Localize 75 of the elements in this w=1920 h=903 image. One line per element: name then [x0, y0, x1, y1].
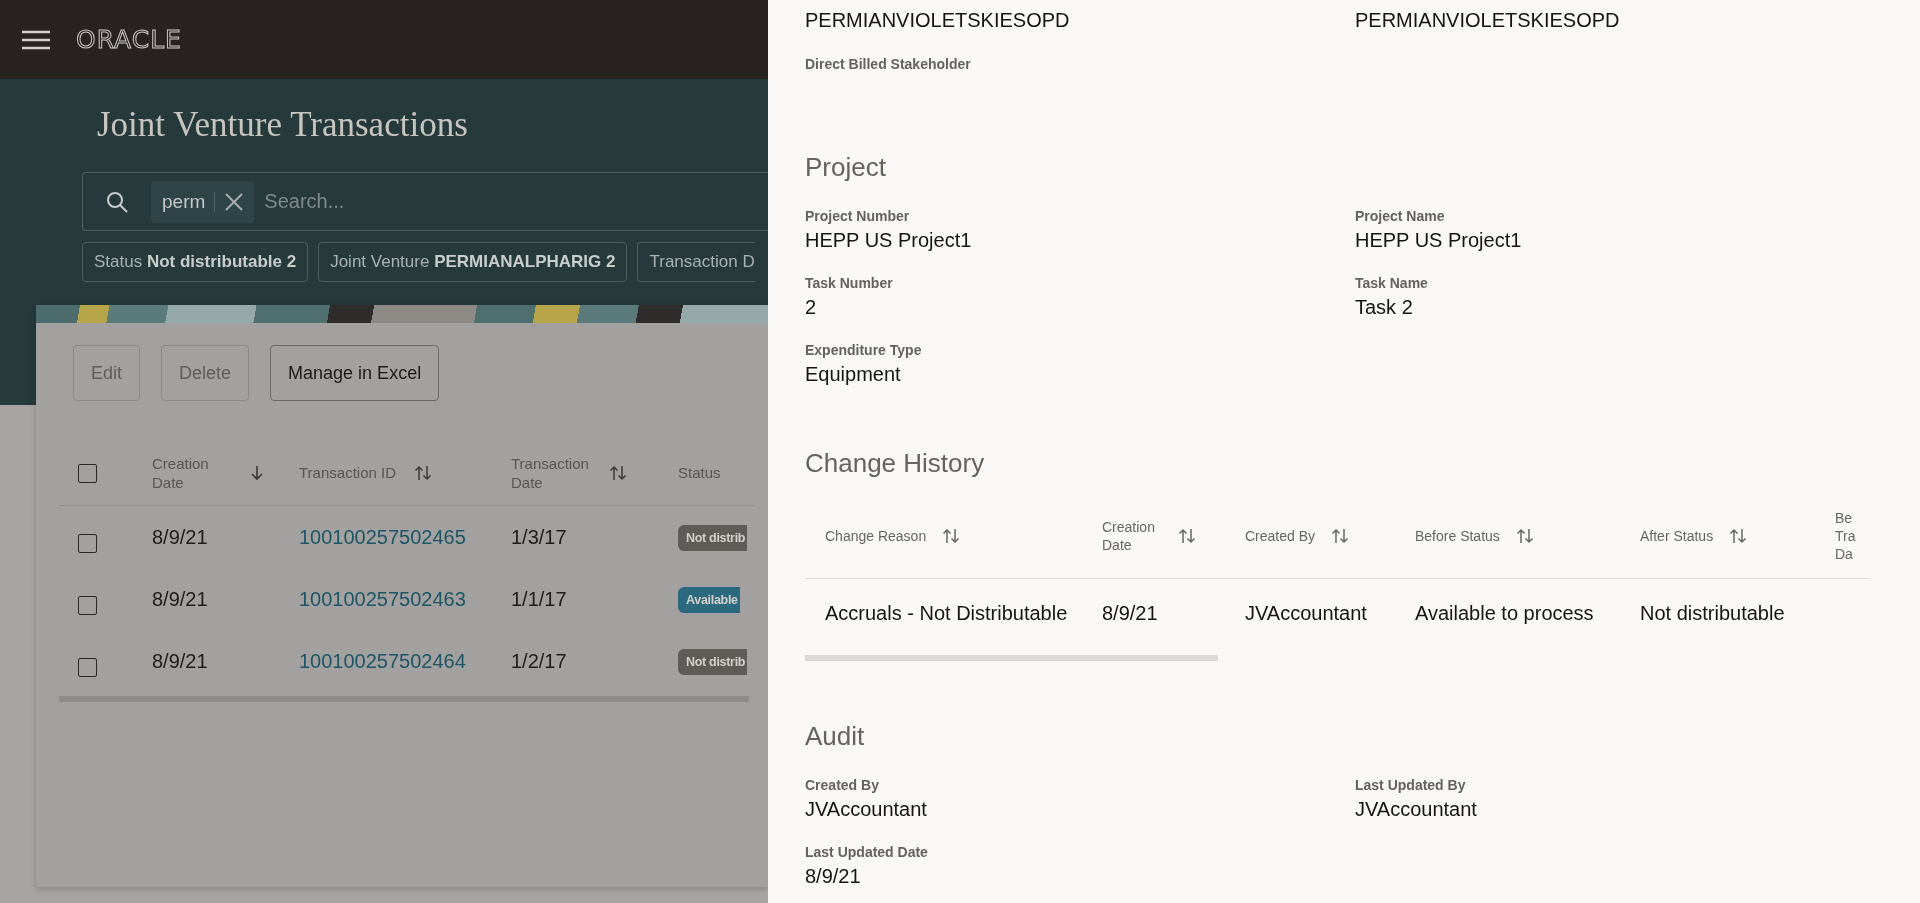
- sort-icon[interactable]: [1515, 527, 1534, 545]
- sort-icon[interactable]: [414, 464, 432, 482]
- section-heading: Change History: [805, 447, 986, 480]
- field-label: Created By: [805, 776, 880, 795]
- column-header: Creation Date: [1102, 517, 1156, 555]
- menu-icon[interactable]: [22, 29, 50, 50]
- column-header: Created By: [1245, 526, 1316, 546]
- field-value: 8/9/21: [805, 864, 862, 889]
- toolbar-button[interactable]: Manage in Excel: [270, 345, 440, 401]
- field-label: Project Number: [805, 207, 911, 226]
- transaction-link[interactable]: 100100257502463: [299, 587, 466, 610]
- field-label: Project Name: [1355, 207, 1446, 226]
- table-cell: 1/3/17: [511, 525, 567, 548]
- checkbox[interactable]: [78, 657, 97, 677]
- table-cell: 1/2/17: [511, 649, 567, 672]
- field-value: HEPP US Project1: [805, 228, 973, 253]
- close-icon[interactable]: [224, 191, 245, 212]
- field-label: Last Updated Date: [805, 843, 929, 862]
- column-header: Before Status: [1415, 526, 1500, 546]
- field-label: Task Number: [805, 274, 894, 293]
- column-header: Creation Date: [152, 453, 210, 493]
- table-cell: 1/1/17: [511, 587, 567, 610]
- page-title: Joint Venture Transactions: [97, 105, 469, 146]
- table-cell: 8/9/21: [152, 649, 208, 672]
- transaction-link[interactable]: 100100257502465: [299, 525, 466, 548]
- status-badge: Not distrib: [678, 648, 748, 675]
- status-badge: Available: [678, 586, 740, 613]
- table-cell: Accruals - Not Distributable: [825, 601, 1068, 625]
- column-header: Status: [678, 463, 721, 483]
- field-value: HEPP US Project1: [1355, 228, 1523, 253]
- field-value: JVAccountant: [1355, 797, 1478, 822]
- filter-chip[interactable]: Status Not distributable 2: [82, 242, 309, 282]
- filter-chip[interactable]: Joint Venture PERMIANALPHARIG 2: [318, 242, 628, 282]
- sort-descending-icon[interactable]: [250, 464, 264, 482]
- search-icon: [105, 189, 129, 214]
- logo: ORACLE: [76, 25, 182, 54]
- checkbox[interactable]: [78, 595, 97, 615]
- checkbox[interactable]: [78, 533, 97, 553]
- table-cell: 8/9/21: [152, 525, 208, 548]
- field-value: Equipment: [805, 362, 902, 387]
- status-badge: Not distrib: [678, 524, 748, 551]
- sort-icon[interactable]: [1729, 527, 1748, 545]
- sort-icon[interactable]: [1331, 527, 1350, 545]
- field-value: 2: [805, 295, 818, 320]
- section-heading: Project: [805, 151, 887, 184]
- column-header: Transaction ID: [299, 463, 396, 483]
- field-label: Task Name: [1355, 274, 1429, 293]
- field-label: Direct Billed Stakeholder: [805, 55, 972, 74]
- chip-label: perm: [162, 190, 206, 213]
- field-value: Task 2: [1355, 295, 1414, 320]
- table-cell: 8/9/21: [152, 587, 208, 610]
- field-value: PERMIANVIOLETSKIESOPD: [1355, 8, 1621, 33]
- table-cell: 8/9/21: [1102, 601, 1158, 625]
- scrollbar[interactable]: [805, 655, 1218, 661]
- transaction-link[interactable]: 100100257502464: [299, 649, 466, 672]
- column-header: After Status: [1640, 526, 1714, 546]
- table-cell: JVAccountant: [1245, 601, 1367, 625]
- field-label: Last Updated By: [1355, 776, 1467, 795]
- section-heading: Audit: [805, 720, 866, 753]
- search-chip[interactable]: perm: [151, 180, 255, 223]
- field-value: PERMIANVIOLETSKIESOPD: [805, 8, 1071, 33]
- sort-icon[interactable]: [942, 527, 961, 545]
- table-cell: Not distributable: [1640, 601, 1785, 625]
- field-value: JVAccountant: [805, 797, 928, 822]
- sort-icon[interactable]: [609, 464, 627, 482]
- search-placeholder: Search...: [264, 190, 345, 213]
- table-cell: Available to process: [1415, 601, 1594, 625]
- column-header: Be Tra Da: [1835, 508, 1857, 564]
- sort-icon[interactable]: [1178, 527, 1196, 545]
- column-header: Transaction Date: [511, 453, 590, 493]
- filter-chip[interactable]: Transaction D: [637, 242, 755, 282]
- checkbox[interactable]: [78, 463, 97, 483]
- field-label: Expenditure Type: [805, 341, 923, 360]
- search-field[interactable]: perm Search...: [82, 172, 768, 231]
- column-header: Change Reason: [825, 526, 927, 546]
